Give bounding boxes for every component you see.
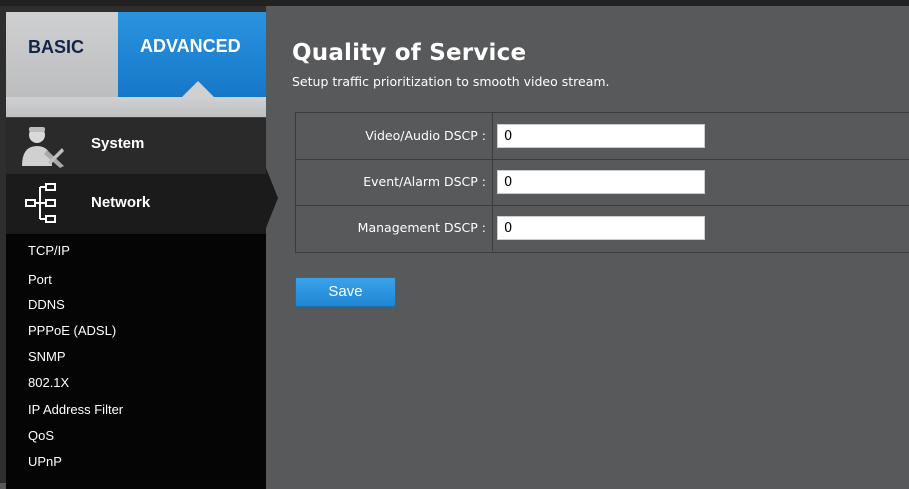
submenu-item-upnp[interactable]: UPnP [28, 454, 62, 469]
management-dscp-label: Management DSCP : [357, 220, 486, 235]
network-tree-icon [25, 183, 56, 223]
sidebar: BASIC ADVANCED System Network TCP/IP Por… [0, 6, 266, 489]
submenu-item-port[interactable]: Port [28, 272, 52, 287]
tab-indicator-notch [182, 81, 214, 97]
active-item-arrow [266, 168, 278, 228]
submenu-item-snmp[interactable]: SNMP [28, 349, 66, 364]
sidebar-item-network[interactable]: Network [6, 174, 266, 234]
tab-underline-strip [6, 97, 266, 117]
sidebar-item-system[interactable]: System [6, 117, 266, 175]
tab-advanced-label: ADVANCED [140, 36, 241, 56]
submenu-item-qos[interactable]: QoS [28, 428, 54, 443]
page-subtitle: Setup traffic prioritization to smooth v… [292, 74, 610, 89]
sidebar-item-system-label: System [91, 135, 145, 152]
tab-advanced[interactable]: ADVANCED [118, 12, 266, 97]
form-row-management: Management DSCP : [296, 205, 909, 251]
submenu-item-pppoe[interactable]: PPPoE (ADSL) [28, 323, 116, 338]
save-button[interactable]: Save [295, 277, 396, 307]
network-submenu: TCP/IP Port DDNS PPPoE (ADSL) SNMP 802.1… [6, 234, 266, 489]
submenu-item-tcpip[interactable]: TCP/IP [28, 243, 70, 258]
form-row-video-audio: Video/Audio DSCP : [296, 113, 909, 160]
tab-basic-label: BASIC [28, 37, 85, 57]
video-audio-dscp-label: Video/Audio DSCP : [365, 128, 486, 143]
management-dscp-input[interactable] [497, 216, 705, 240]
submenu-item-ip-filter[interactable]: IP Address Filter [28, 402, 123, 417]
event-alarm-dscp-label: Event/Alarm DSCP : [363, 174, 486, 189]
page-title: Quality of Service [292, 40, 527, 66]
form-row-event-alarm: Event/Alarm DSCP : [296, 159, 909, 206]
submenu-item-8021x[interactable]: 802.1X [28, 375, 69, 390]
event-alarm-dscp-input[interactable] [497, 170, 705, 194]
tab-basic[interactable]: BASIC [6, 12, 118, 97]
video-audio-dscp-input[interactable] [497, 124, 705, 148]
qos-form: Video/Audio DSCP : Event/Alarm DSCP : Ma… [295, 112, 909, 253]
sidebar-item-network-label: Network [91, 194, 151, 211]
submenu-item-ddns[interactable]: DDNS [28, 297, 65, 312]
system-user-icon [22, 127, 64, 168]
